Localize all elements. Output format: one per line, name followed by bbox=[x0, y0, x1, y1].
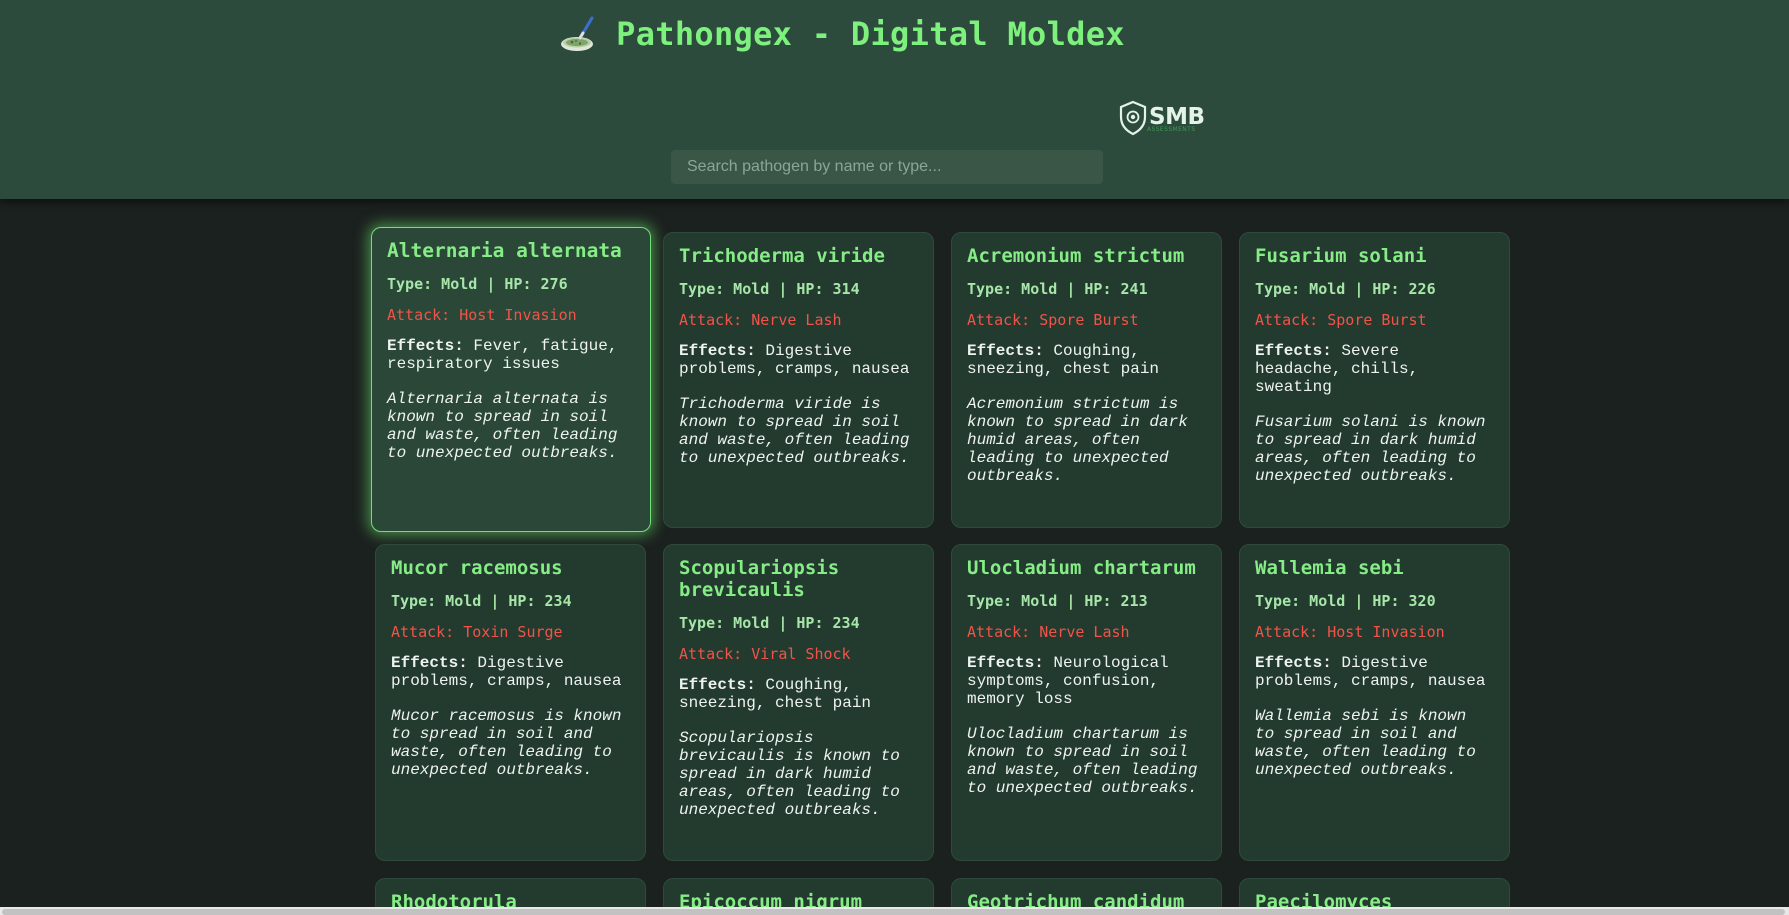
pathogen-card[interactable]: Wallemia sebi Type: Mold | HP: 320 Attac… bbox=[1239, 544, 1510, 861]
card-name: Mucor racemosus bbox=[391, 557, 563, 579]
title-group: Pathongex - Digital Moldex bbox=[558, 14, 1125, 54]
card-attack: Attack: Viral Shock bbox=[679, 645, 851, 663]
pathogen-card[interactable]: Mucor racemosus Type: Mold | HP: 234 Att… bbox=[375, 544, 646, 861]
pathogen-card[interactable]: Trichoderma viride Type: Mold | HP: 314 … bbox=[663, 232, 934, 528]
page-header: Pathongex - Digital Moldex SMB ASSESSMEN… bbox=[0, 0, 1789, 199]
card-attack: Attack: Nerve Lash bbox=[679, 311, 842, 329]
card-effects: Effects: Digestive problems, cramps, nau… bbox=[1255, 654, 1494, 690]
card-name: Acremonium strictum bbox=[967, 245, 1185, 267]
card-attack: Attack: Host Invasion bbox=[387, 306, 577, 324]
card-name: Fusarium solani bbox=[1255, 245, 1427, 267]
card-name: Trichoderma viride bbox=[679, 245, 885, 267]
card-type-hp: Type: Mold | HP: 226 bbox=[1255, 280, 1436, 298]
card-effects: Effects: Coughing, sneezing, chest pain bbox=[679, 676, 918, 712]
effects-label: Effects: bbox=[391, 654, 468, 672]
card-attack: Attack: Spore Burst bbox=[967, 311, 1139, 329]
smb-logo: SMB ASSESSMENTS bbox=[1119, 100, 1209, 140]
card-name: Scopulariopsis brevicaulis bbox=[679, 557, 840, 601]
shield-icon bbox=[1119, 100, 1147, 140]
effects-label: Effects: bbox=[679, 676, 756, 694]
card-attack: Attack: Nerve Lash bbox=[967, 623, 1130, 641]
card-attack: Attack: Spore Burst bbox=[1255, 311, 1427, 329]
pathogen-card[interactable]: Acremonium strictum Type: Mold | HP: 241… bbox=[951, 232, 1222, 528]
card-name: Wallemia sebi bbox=[1255, 557, 1404, 579]
pathogen-card[interactable]: Alternaria alternata Type: Mold | HP: 27… bbox=[371, 227, 651, 532]
card-name: Ulocladium chartarum bbox=[967, 557, 1196, 579]
card-description: Ulocladium chartarum is known to spread … bbox=[967, 725, 1198, 797]
card-description: Trichoderma viride is known to spread in… bbox=[679, 395, 910, 467]
scrollbar-thumb[interactable] bbox=[2, 909, 1785, 915]
card-effects: Effects: Severe headache, chills, sweati… bbox=[1255, 342, 1494, 396]
card-description: Wallemia sebi is known to spread in soil… bbox=[1255, 707, 1476, 779]
card-type-hp: Type: Mold | HP: 241 bbox=[967, 280, 1148, 298]
card-description: Acremonium strictum is known to spread i… bbox=[967, 395, 1188, 485]
card-type-hp: Type: Mold | HP: 234 bbox=[391, 592, 572, 610]
effects-label: Effects: bbox=[679, 342, 756, 360]
petri-dish-icon bbox=[558, 14, 598, 54]
page-title: Pathongex - Digital Moldex bbox=[616, 15, 1125, 53]
effects-label: Effects: bbox=[387, 337, 464, 355]
card-attack: Attack: Host Invasion bbox=[1255, 623, 1445, 641]
card-description: Alternaria alternata is known to spread … bbox=[387, 390, 618, 462]
card-effects: Effects: Coughing, sneezing, chest pain bbox=[967, 342, 1206, 378]
effects-label: Effects: bbox=[1255, 342, 1332, 360]
card-description: Scopulariopsis brevicaulis is known to s… bbox=[679, 729, 900, 819]
card-effects: Effects: Digestive problems, cramps, nau… bbox=[391, 654, 630, 690]
effects-label: Effects: bbox=[1255, 654, 1332, 672]
card-effects: Effects: Neurological symptoms, confusio… bbox=[967, 654, 1206, 708]
pathogen-card[interactable]: Fusarium solani Type: Mold | HP: 226 Att… bbox=[1239, 232, 1510, 528]
pathogen-card[interactable]: Scopulariopsis brevicaulis Type: Mold | … bbox=[663, 544, 934, 861]
card-effects: Effects: Digestive problems, cramps, nau… bbox=[679, 342, 918, 378]
card-attack: Attack: Toxin Surge bbox=[391, 623, 563, 641]
card-type-hp: Type: Mold | HP: 320 bbox=[1255, 592, 1436, 610]
card-effects: Effects: Fever, fatigue, respiratory iss… bbox=[387, 337, 635, 373]
card-type-hp: Type: Mold | HP: 276 bbox=[387, 275, 568, 293]
card-description: Fusarium solani is known to spread in da… bbox=[1255, 413, 1486, 485]
title-row: Pathongex - Digital Moldex bbox=[0, 14, 1789, 58]
logo-text: SMB bbox=[1149, 104, 1205, 130]
card-type-hp: Type: Mold | HP: 314 bbox=[679, 280, 860, 298]
effects-label: Effects: bbox=[967, 342, 1044, 360]
effects-label: Effects: bbox=[967, 654, 1044, 672]
card-type-hp: Type: Mold | HP: 234 bbox=[679, 614, 860, 632]
card-description: Mucor racemosus is known to spread in so… bbox=[391, 707, 622, 779]
card-name: Alternaria alternata bbox=[387, 239, 622, 262]
pathogen-card[interactable]: Ulocladium chartarum Type: Mold | HP: 21… bbox=[951, 544, 1222, 861]
search-input[interactable] bbox=[671, 150, 1103, 184]
card-type-hp: Type: Mold | HP: 213 bbox=[967, 592, 1148, 610]
